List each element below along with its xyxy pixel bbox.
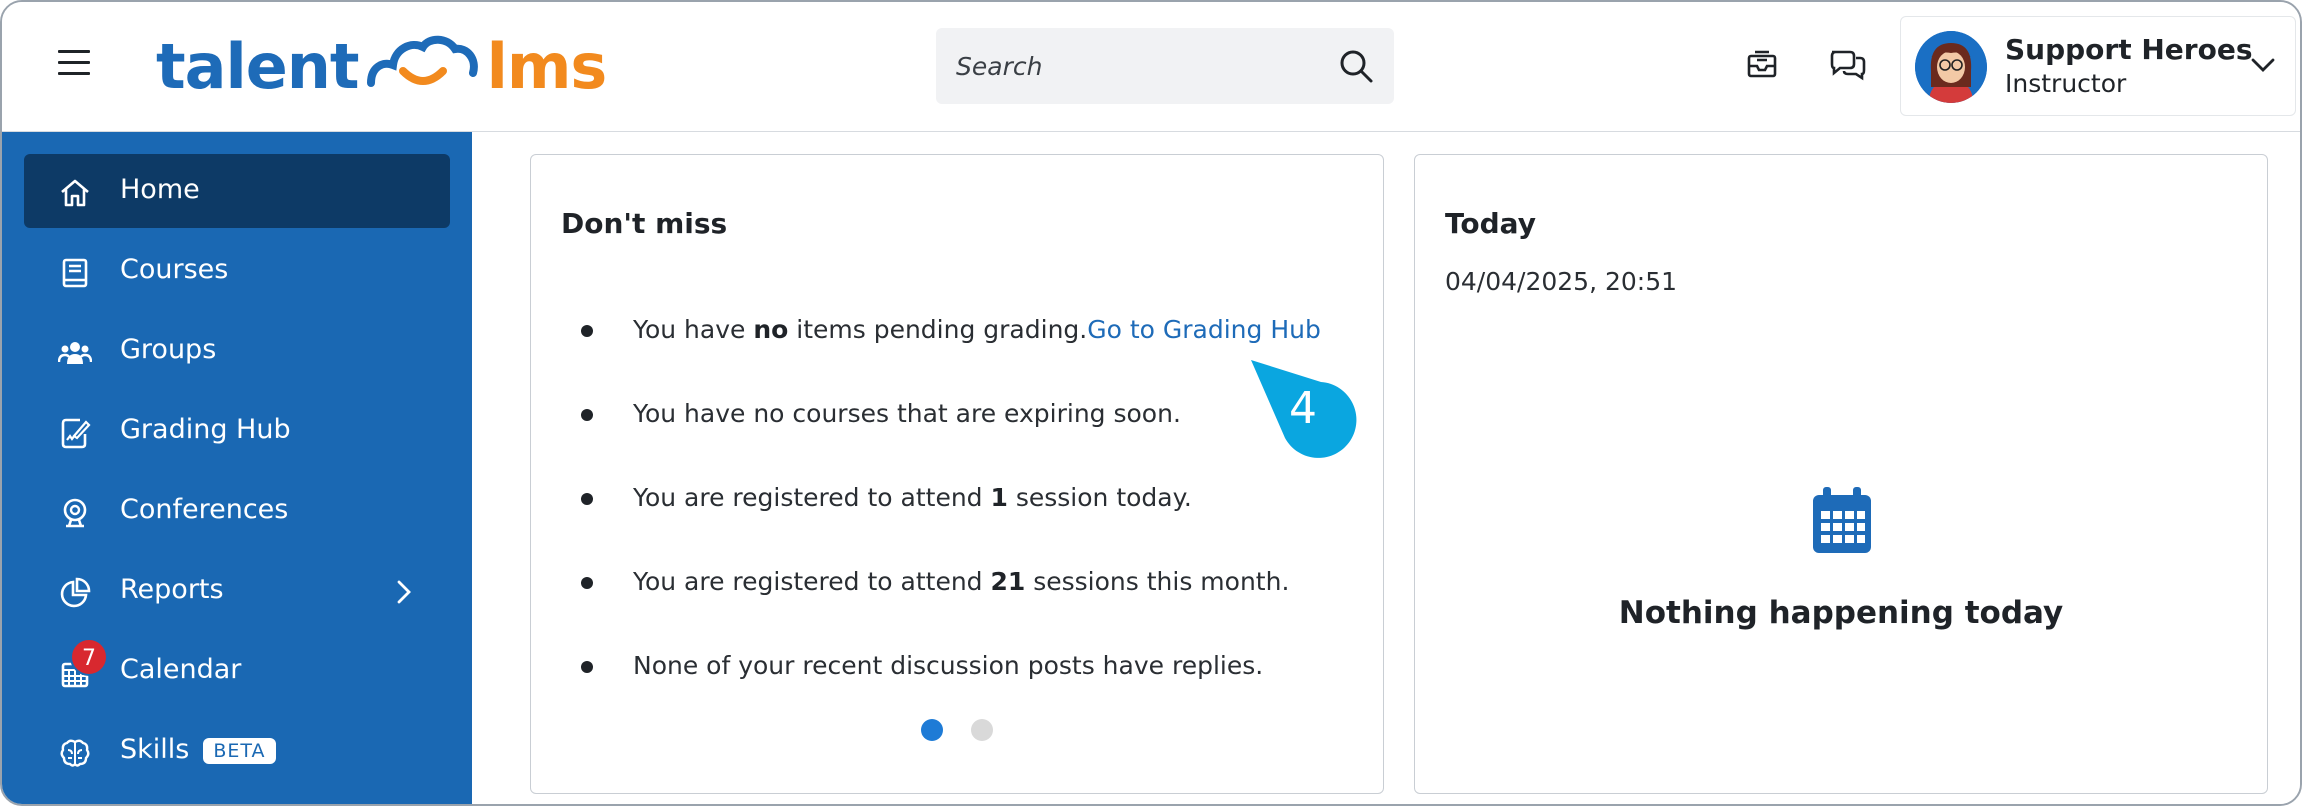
search-box[interactable] bbox=[936, 28, 1394, 104]
home-icon bbox=[61, 179, 89, 207]
webcam-icon bbox=[63, 498, 87, 528]
chevron-down-icon[interactable] bbox=[2249, 55, 2277, 75]
sidebar-item-reports[interactable]: Reports bbox=[24, 554, 450, 628]
sidebar-item-skills[interactable]: Skills BETA bbox=[24, 714, 450, 788]
sidebar: Home Courses Groups Grading Hub Conferen… bbox=[2, 132, 472, 804]
avatar-illustration-icon bbox=[1915, 31, 1987, 103]
sidebar-item-label: Groups bbox=[120, 334, 217, 365]
inbox-icon[interactable] bbox=[1744, 46, 1780, 82]
sidebar-item-groups[interactable]: Groups bbox=[24, 314, 450, 388]
brain-icon bbox=[60, 739, 90, 767]
today-card: Today 04/04/2025, 20:51 Nothing happenin… bbox=[1414, 154, 2268, 794]
users-icon bbox=[58, 342, 92, 364]
sidebar-item-home[interactable]: Home bbox=[24, 154, 450, 228]
sidebar-item-courses[interactable]: Courses bbox=[24, 234, 450, 308]
logo-text-lms: lms bbox=[486, 29, 608, 103]
top-header: talent lms Search Support Heroes Instruc… bbox=[2, 2, 2300, 132]
talentlms-logo[interactable]: talent lms bbox=[156, 26, 608, 106]
list-item: You have no courses that are expiring so… bbox=[561, 399, 1361, 483]
search-icon[interactable] bbox=[1338, 48, 1374, 84]
book-icon bbox=[62, 258, 88, 288]
list-item: You are registered to attend 1 session t… bbox=[561, 483, 1361, 567]
grading-icon bbox=[61, 418, 91, 449]
go-to-grading-hub-link[interactable]: Go to Grading Hub bbox=[1087, 315, 1321, 344]
sidebar-item-conferences[interactable]: Conferences bbox=[24, 474, 450, 548]
search-input[interactable] bbox=[956, 46, 1316, 86]
sidebar-item-calendar[interactable]: 7 Calendar bbox=[24, 634, 450, 708]
cloud-logo-icon bbox=[366, 35, 478, 87]
list-item: You are registered to attend 21 sessions… bbox=[561, 567, 1361, 651]
calendar-icon bbox=[1813, 487, 1871, 553]
empty-state-message: Nothing happening today bbox=[1618, 595, 2064, 631]
carousel-pager bbox=[921, 719, 993, 741]
dont-miss-list: You have no items pending grading.Go to … bbox=[561, 315, 1361, 735]
card-title: Today bbox=[1445, 207, 1536, 240]
user-menu[interactable]: Support Heroes Instructor bbox=[1900, 16, 2296, 116]
main-content: Don't miss You have no items pending gra… bbox=[472, 132, 2300, 804]
avatar bbox=[1915, 31, 1987, 103]
sidebar-item-grading-hub[interactable]: Grading Hub bbox=[24, 394, 450, 468]
sidebar-item-label: Calendar bbox=[120, 654, 242, 685]
pie-chart-icon bbox=[60, 577, 91, 608]
callout-number: 4 bbox=[1289, 383, 1317, 434]
sidebar-item-label: Reports bbox=[120, 574, 224, 605]
dont-miss-card: Don't miss You have no items pending gra… bbox=[530, 154, 1384, 794]
app-window: talent lms Search Support Heroes Instruc… bbox=[0, 0, 2302, 806]
user-role: Instructor bbox=[2005, 69, 2127, 98]
sidebar-item-label: Home bbox=[120, 174, 200, 205]
chevron-right-icon[interactable] bbox=[394, 578, 414, 606]
skills-label: Skills bbox=[120, 734, 190, 765]
menu-icon[interactable] bbox=[58, 50, 90, 80]
today-datetime: 04/04/2025, 20:51 bbox=[1445, 267, 1678, 296]
beta-tag: BETA bbox=[203, 737, 276, 764]
sidebar-item-label: Conferences bbox=[120, 494, 289, 525]
logo-text-talent: talent bbox=[156, 29, 360, 103]
card-title: Don't miss bbox=[561, 207, 728, 240]
pager-dot-1[interactable] bbox=[921, 719, 943, 741]
list-item: You have no items pending grading.Go to … bbox=[561, 315, 1361, 399]
sidebar-item-label: Skills BETA bbox=[120, 734, 276, 765]
user-name: Support Heroes bbox=[2005, 33, 2253, 66]
chat-icon[interactable] bbox=[1828, 46, 1868, 82]
notification-badge: 7 bbox=[70, 638, 108, 676]
sidebar-item-label: Grading Hub bbox=[120, 414, 291, 445]
sidebar-item-label: Courses bbox=[120, 254, 229, 285]
pager-dot-2[interactable] bbox=[971, 719, 993, 741]
